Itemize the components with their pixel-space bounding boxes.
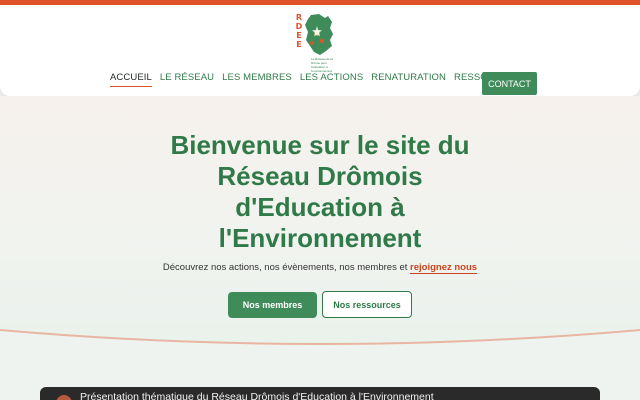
members-button[interactable]: Nos membres (228, 292, 317, 318)
hero-subtitle-text: Découvrez nos actions, nos évènements, n… (162, 262, 408, 273)
logo-caption: Le Réseau de la Drôme pour l'éducation à… (311, 57, 333, 73)
nav-item-renaturation[interactable]: RENATURATION (371, 72, 446, 87)
hero-divider-curve (0, 329, 640, 358)
main-nav: ACCUEIL LE RÉSEAU LES MEMBRES LES ACTION… (110, 72, 530, 87)
nav-item-les-actions[interactable]: LES ACTIONS (300, 72, 363, 87)
nav-item-accueil[interactable]: ACCUEIL (110, 72, 152, 87)
site-logo[interactable]: R D E E Le Réseau de la Drôme pour l'édu… (295, 13, 341, 73)
drome-map-icon (305, 14, 333, 55)
join-us-link[interactable]: rejoignez nous (410, 262, 478, 274)
contact-button[interactable]: CONTACT (482, 72, 537, 95)
nav-item-les-membres[interactable]: LES MEMBRES (222, 72, 292, 87)
channel-avatar[interactable] (56, 395, 72, 400)
site-header: R D E E Le Réseau de la Drôme pour l'édu… (0, 5, 640, 96)
hero-subtitle: Découvrez nos actions, nos évènements, n… (120, 262, 520, 274)
nav-item-le-reseau[interactable]: LE RÉSEAU (160, 72, 214, 87)
resources-button[interactable]: Nos ressources (322, 291, 412, 318)
hero-title: Bienvenue sur le site du Réseau Drômois … (170, 130, 470, 253)
video-title[interactable]: Présentation thématique du Réseau Drômoi… (80, 391, 434, 400)
logo-letters: R D E E (295, 13, 303, 49)
video-embed[interactable]: Présentation thématique du Réseau Drômoi… (40, 387, 600, 400)
